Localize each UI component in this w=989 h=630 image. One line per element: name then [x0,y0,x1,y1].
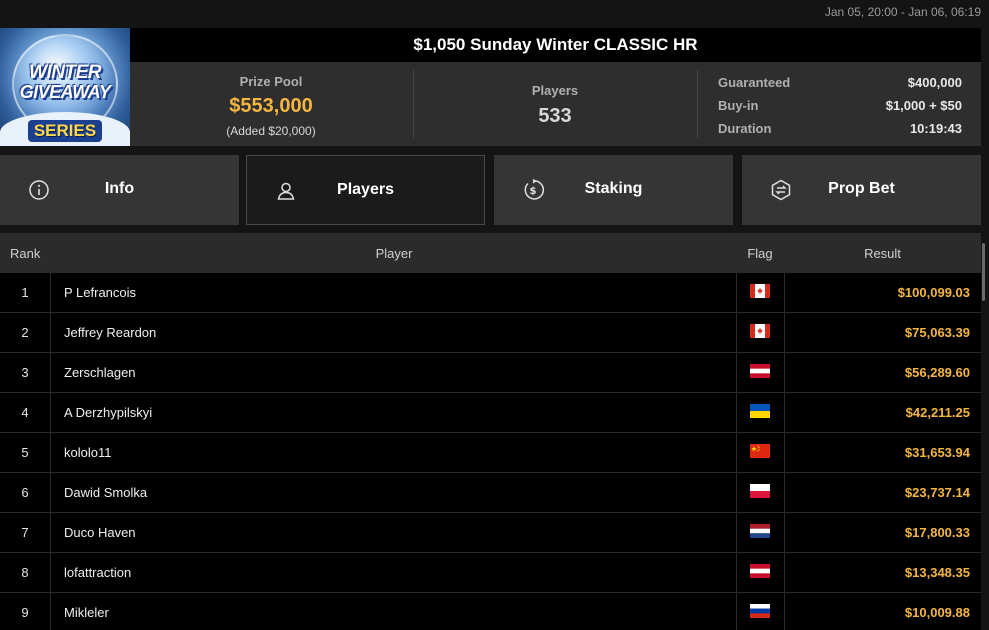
guaranteed-value: $400,000 [907,75,962,90]
tournament-summary-panel: Prize Pool $553,000 (Added $20,000) Play… [130,62,981,146]
flag-cell [736,593,785,630]
buyin-label: Buy-in [718,98,759,113]
player-cell[interactable]: Dawid Smolka [64,473,147,513]
austria-flag-icon [750,364,770,378]
tournament-title: $1,050 Sunday Winter CLASSIC HR [413,35,698,54]
flag-cell [736,353,785,393]
buyin-value: $1,000 + $50 [885,98,962,113]
rank-cell: 1 [0,273,51,313]
rank-cell: 6 [0,473,51,513]
tournament-title-bar: $1,050 Sunday Winter CLASSIC HR [130,28,981,62]
result-cell: $17,800.33 [904,525,970,540]
player-cell[interactable]: A Derzhypilskyi [64,393,152,433]
canada-flag-icon [750,324,770,338]
date-range: Jan 05, 20:00 - Jan 06, 06:19 [824,5,981,19]
flag-cell [736,433,785,473]
rank-cell: 2 [0,313,51,353]
result-cell: $23,737.14 [904,485,970,500]
details-section: Guaranteed $400,000 Buy-in $1,000 + $50 … [698,62,981,146]
table-row[interactable]: 7 Duco Haven $17,800.33 [0,513,981,553]
russia-flag-icon [750,604,770,618]
guaranteed-row: Guaranteed $400,000 [718,75,962,90]
tab-prop-bet[interactable]: Prop Bet [742,155,981,225]
guaranteed-label: Guaranteed [718,75,791,90]
flag-cell [736,393,785,433]
tab-players[interactable]: Players [246,155,485,225]
winter-giveaway-series-logo: WINTER GIVEAWAY SERIES [0,28,130,146]
table-row[interactable]: 1 P Lefrancois $100,099.03 [0,273,981,313]
table-row[interactable]: 9 Mikleler $10,009.88 [0,593,981,630]
result-cell: $31,653.94 [904,445,970,460]
duration-row: Duration 10:19:43 [718,121,962,136]
austria-flag-icon [750,564,770,578]
canada-flag-icon [750,284,770,298]
tab-info-label: Info [104,180,135,197]
tab-prop-bet-label: Prop Bet [828,180,895,197]
logo-line-1: WINTER [29,62,101,83]
tab-staking[interactable]: $ Staking [494,155,733,225]
prize-pool-value: $553,000 [229,95,313,117]
table-row[interactable]: 5 kololo11 $31,653.94 [0,433,981,473]
prize-pool-label: Prize Pool [239,74,303,89]
ukraine-flag-icon [750,404,770,418]
buyin-row: Buy-in $1,000 + $50 [718,98,962,113]
table-row[interactable]: 8 lofattraction $13,348.35 [0,553,981,593]
prize-pool-section: Prize Pool $553,000 (Added $20,000) [130,62,412,146]
player-cell[interactable]: Zerschlagen [64,353,136,393]
rank-cell: 9 [0,593,51,630]
rank-cell: 7 [0,513,51,553]
result-cell: $100,099.03 [897,285,970,300]
poland-flag-icon [750,484,770,498]
flag-cell [736,473,785,513]
column-header-player[interactable]: Player [52,246,736,261]
rank-cell: 8 [0,553,51,593]
rank-cell: 4 [0,393,51,433]
rank-cell: 5 [0,433,51,473]
flag-cell [736,313,785,353]
players-label: Players [531,83,579,98]
result-cell: $10,009.88 [904,605,970,620]
players-count: 533 [538,105,572,127]
duration-label: Duration [718,121,772,136]
player-cell[interactable]: Duco Haven [64,513,136,553]
result-cell: $13,348.35 [904,565,970,580]
player-cell[interactable]: lofattraction [64,553,131,593]
scrollbar-thumb[interactable] [982,243,985,301]
player-cell[interactable]: Mikleler [64,593,109,630]
flag-cell [736,273,785,313]
tab-players-label: Players [337,181,394,198]
prize-pool-added: (Added $20,000) [226,124,316,138]
tab-staking-label: Staking [584,180,643,197]
tab-info[interactable]: Info [0,155,239,225]
column-header-flag[interactable]: Flag [736,246,784,261]
logo-line-3: SERIES [28,120,102,142]
netherlands-flag-icon [750,524,770,538]
players-section: Players 533 [414,62,696,146]
results-table-body: 1 P Lefrancois $100,099.03 2 Jeffrey Rea… [0,273,981,630]
date-bar: Jan 05, 20:00 - Jan 06, 06:19 [0,0,989,28]
result-cell: $75,063.39 [904,325,970,340]
column-header-result[interactable]: Result [784,246,981,261]
player-cell[interactable]: P Lefrancois [64,273,136,313]
flag-cell [736,553,785,593]
rank-cell: 3 [0,353,51,393]
logo-line-2: GIVEAWAY [19,82,111,102]
results-table-header: Rank Player Flag Result [0,233,981,273]
flag-cell [736,513,785,553]
player-cell[interactable]: kololo11 [64,433,111,473]
china-flag-icon [750,444,770,458]
duration-value: 10:19:43 [909,121,962,136]
table-row[interactable]: 3 Zerschlagen $56,289.60 [0,353,981,393]
result-cell: $42,211.25 [905,405,970,420]
column-header-rank[interactable]: Rank [10,246,40,261]
table-row[interactable]: 4 A Derzhypilskyi $42,211.25 [0,393,981,433]
table-scrollbar[interactable] [981,233,989,630]
player-cell[interactable]: Jeffrey Reardon [64,313,156,353]
result-cell: $56,289.60 [904,365,970,380]
table-row[interactable]: 2 Jeffrey Reardon $75,063.39 [0,313,981,353]
table-row[interactable]: 6 Dawid Smolka $23,737.14 [0,473,981,513]
